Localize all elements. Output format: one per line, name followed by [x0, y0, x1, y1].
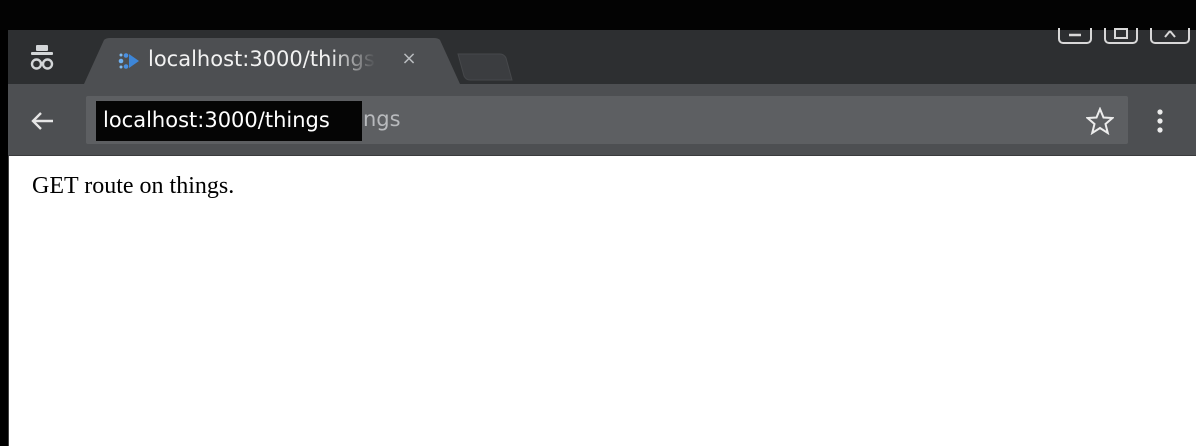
close-window-button[interactable]: [1150, 28, 1190, 44]
tab-title: localhost:3000/things: [148, 47, 375, 71]
window-top-strip: [0, 0, 1196, 30]
incognito-icon: [28, 44, 56, 74]
browser-window: localhost:3000/things × ost:3000/things: [0, 0, 1196, 446]
maximize-icon: [1114, 28, 1128, 39]
minimize-icon: [1069, 33, 1081, 37]
close-tab-icon[interactable]: ×: [400, 50, 418, 68]
page-body-text: GET route on things.: [32, 173, 235, 199]
url-tooltip: localhost:3000/things: [96, 101, 362, 141]
new-tab-button[interactable]: [456, 52, 514, 82]
vertical-dots-icon[interactable]: [1152, 106, 1168, 136]
back-arrow-icon: [31, 112, 53, 130]
star-outline-icon[interactable]: [1084, 106, 1116, 136]
maximize-button[interactable]: [1104, 28, 1138, 44]
tab-localhost-things[interactable]: localhost:3000/things ×: [84, 38, 460, 84]
close-window-icon: [1164, 30, 1176, 38]
back-button[interactable]: [28, 106, 58, 136]
minimize-button[interactable]: [1058, 28, 1092, 44]
puzzle-icon: [117, 51, 141, 71]
